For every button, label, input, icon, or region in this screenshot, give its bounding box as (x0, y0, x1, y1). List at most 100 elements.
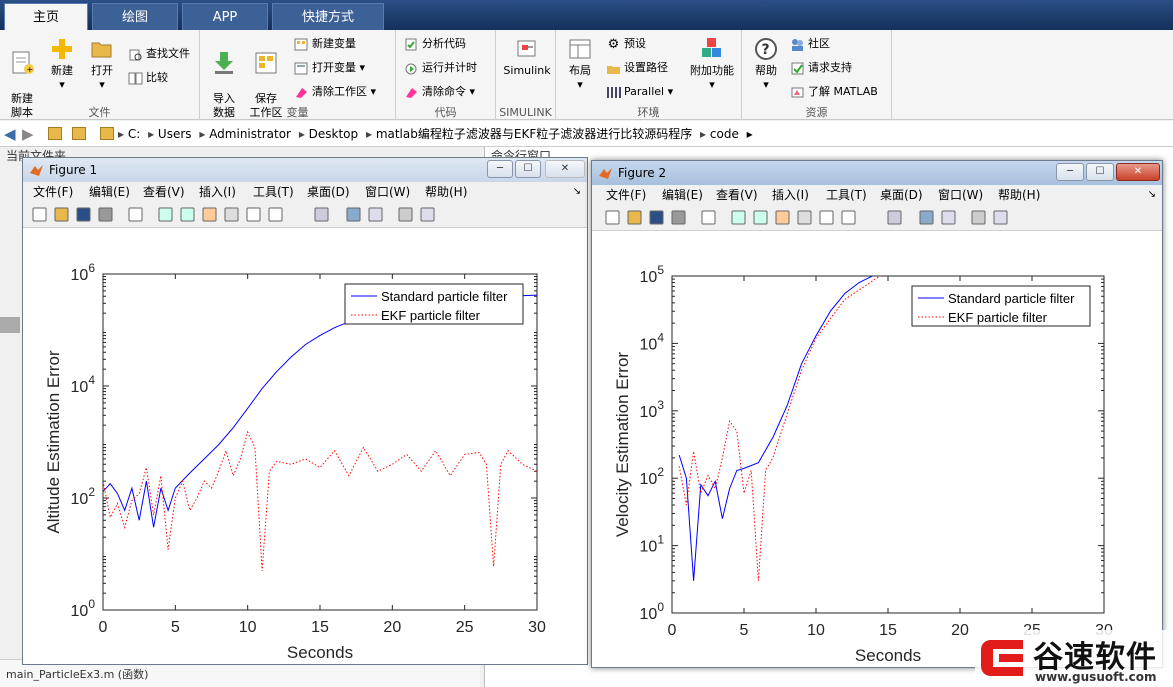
breadcrumb-segment[interactable]: C: (128, 127, 140, 141)
show-plot-tools-icon[interactable] (419, 206, 436, 223)
compare-button[interactable]: 比较 (128, 68, 168, 88)
clear-workspace-button[interactable]: 清除工作区 ▾ (294, 82, 376, 102)
hide-plot-tools-icon[interactable] (970, 209, 987, 226)
legend-icon[interactable] (940, 209, 957, 226)
figure-1-window[interactable]: Figure 1 ─ ☐ ✕ 文件(F) 编辑(E) 查看(V) 插入(I) 工具(T)… (22, 157, 588, 665)
minimize-button[interactable]: ─ (487, 160, 513, 178)
maximize-button[interactable]: ☐ (515, 160, 541, 178)
colorbar-icon[interactable] (918, 209, 935, 226)
zoom-in-icon[interactable] (730, 209, 747, 226)
close-button[interactable]: ✕ (1116, 163, 1160, 181)
figure-menu-item[interactable]: 桌面(D) (307, 182, 350, 202)
new-figure-icon[interactable] (604, 209, 621, 226)
figure-menu-item[interactable]: 文件(F) (606, 185, 646, 205)
figure-title-bar[interactable]: Figure 2 ─ ☐ ✕ (592, 161, 1162, 185)
select-arrow-icon[interactable] (127, 206, 144, 223)
hide-plot-tools-icon[interactable] (397, 206, 414, 223)
community-button[interactable]: 社区 (790, 34, 830, 54)
save-icon[interactable] (648, 209, 665, 226)
new-button[interactable]: 新建 ▾ (42, 36, 82, 92)
open-button[interactable]: 打开 ▾ (82, 36, 122, 92)
rotate-3d-icon[interactable] (796, 209, 813, 226)
breadcrumb-segment[interactable]: Users (158, 127, 192, 141)
maximize-button[interactable]: ☐ (1086, 163, 1114, 181)
addons-button[interactable]: 附加功能 ▾ (686, 36, 738, 92)
legend-icon[interactable] (367, 206, 384, 223)
rotate-3d-icon[interactable] (223, 206, 240, 223)
menu-dock-arrow-icon[interactable]: ↘ (573, 182, 581, 202)
learn-matlab-button[interactable]: 了解 MATLAB (790, 82, 878, 102)
breadcrumb-segment[interactable]: Desktop (309, 127, 359, 141)
new-figure-icon[interactable] (31, 206, 48, 223)
tab-home[interactable]: 主页 (4, 3, 88, 30)
breadcrumb-arrow[interactable]: ▸ (362, 127, 376, 141)
figure-menu-item[interactable]: 文件(F) (33, 182, 73, 202)
browse-folder-icon[interactable] (72, 127, 86, 140)
back-icon[interactable]: ◀ (4, 121, 16, 147)
figure-menu-item[interactable]: 工具(T) (826, 185, 867, 205)
help-button[interactable]: ? 帮助 ▾ (746, 36, 786, 92)
up-folder-icon[interactable] (48, 127, 62, 140)
link-plot-icon[interactable] (886, 209, 903, 226)
set-path-button[interactable]: 设置路径 (606, 58, 668, 78)
breadcrumb-arrow[interactable]: ▸ (196, 127, 210, 141)
breadcrumb-segment[interactable]: matlab编程粒子滤波器与EKF粒子滤波器进行比较源码程序 (376, 127, 692, 141)
layout-button[interactable]: 布局 ▾ (560, 36, 600, 92)
analyze-code-button[interactable]: 分析代码 (404, 34, 466, 54)
menu-dock-arrow-icon[interactable]: ↘ (1148, 185, 1156, 205)
parallel-button[interactable]: Parallel ▾ (606, 82, 673, 102)
breadcrumb-arrow[interactable]: ▸ (295, 127, 309, 141)
breadcrumb-segment[interactable]: code (710, 127, 739, 141)
figure-menu-item[interactable]: 桌面(D) (880, 185, 923, 205)
print-icon[interactable] (97, 206, 114, 223)
figure-menu-item[interactable]: 插入(I) (772, 185, 809, 205)
figure-menu-item[interactable]: 帮助(H) (425, 182, 467, 202)
zoom-out-icon[interactable] (752, 209, 769, 226)
figure-menu-item[interactable]: 插入(I) (199, 182, 236, 202)
open-variable-button[interactable]: 打开变量 ▾ (294, 58, 365, 78)
selected-row[interactable] (0, 317, 20, 333)
figure-title-bar[interactable]: Figure 1 ─ ☐ ✕ (23, 158, 587, 182)
select-arrow-icon[interactable] (700, 209, 717, 226)
figure-menu-item[interactable]: 查看(V) (716, 185, 758, 205)
breadcrumb-arrow[interactable]: ▸ (696, 127, 710, 141)
request-support-button[interactable]: 请求支持 (790, 58, 852, 78)
figure-menu-item[interactable]: 查看(V) (143, 182, 185, 202)
colorbar-icon[interactable] (345, 206, 362, 223)
tab-apps[interactable]: APP (182, 3, 268, 30)
simulink-button[interactable]: Simulink (502, 36, 552, 78)
figure-menu-item[interactable]: 工具(T) (253, 182, 294, 202)
new-variable-button[interactable]: 新建变量 (294, 34, 356, 54)
zoom-out-icon[interactable] (179, 206, 196, 223)
show-plot-tools-icon[interactable] (992, 209, 1009, 226)
data-cursor-icon[interactable] (818, 209, 835, 226)
print-icon[interactable] (670, 209, 687, 226)
open-file-icon[interactable] (626, 209, 643, 226)
find-files-button[interactable]: 查找文件 (128, 44, 190, 64)
pan-hand-icon[interactable] (201, 206, 218, 223)
figure-menu-item[interactable]: 窗口(W) (938, 185, 983, 205)
link-plot-icon[interactable] (313, 206, 330, 223)
figure-menu-item[interactable]: 编辑(E) (662, 185, 703, 205)
breadcrumb-arrow[interactable]: ▸ (144, 127, 158, 141)
brush-icon[interactable] (840, 209, 857, 226)
brush-icon[interactable] (267, 206, 284, 223)
breadcrumb-arrow[interactable]: ▸ (743, 127, 753, 141)
save-icon[interactable] (75, 206, 92, 223)
open-file-icon[interactable] (53, 206, 70, 223)
tab-shortcuts[interactable]: 快捷方式 (272, 3, 384, 30)
run-and-time-button[interactable]: 运行并计时 (404, 58, 477, 78)
figure-menu-item[interactable]: 编辑(E) (89, 182, 130, 202)
forward-icon[interactable]: ▶ (22, 121, 34, 147)
breadcrumb-segment[interactable]: Administrator (209, 127, 291, 141)
close-button[interactable]: ✕ (545, 160, 585, 178)
clear-commands-button[interactable]: 清除命令 ▾ (404, 82, 475, 102)
preferences-button[interactable]: ⚙ 预设 (606, 34, 646, 54)
figure-menu-item[interactable]: 帮助(H) (998, 185, 1040, 205)
tab-plots[interactable]: 绘图 (92, 3, 178, 30)
figure-menu-item[interactable]: 窗口(W) (365, 182, 410, 202)
data-cursor-icon[interactable] (245, 206, 262, 223)
pan-hand-icon[interactable] (774, 209, 791, 226)
figure-2-window[interactable]: Figure 2 ─ ☐ ✕ 文件(F) 编辑(E) 查看(V) 插入(I) 工具(T)… (591, 160, 1163, 668)
minimize-button[interactable]: ─ (1056, 163, 1084, 181)
